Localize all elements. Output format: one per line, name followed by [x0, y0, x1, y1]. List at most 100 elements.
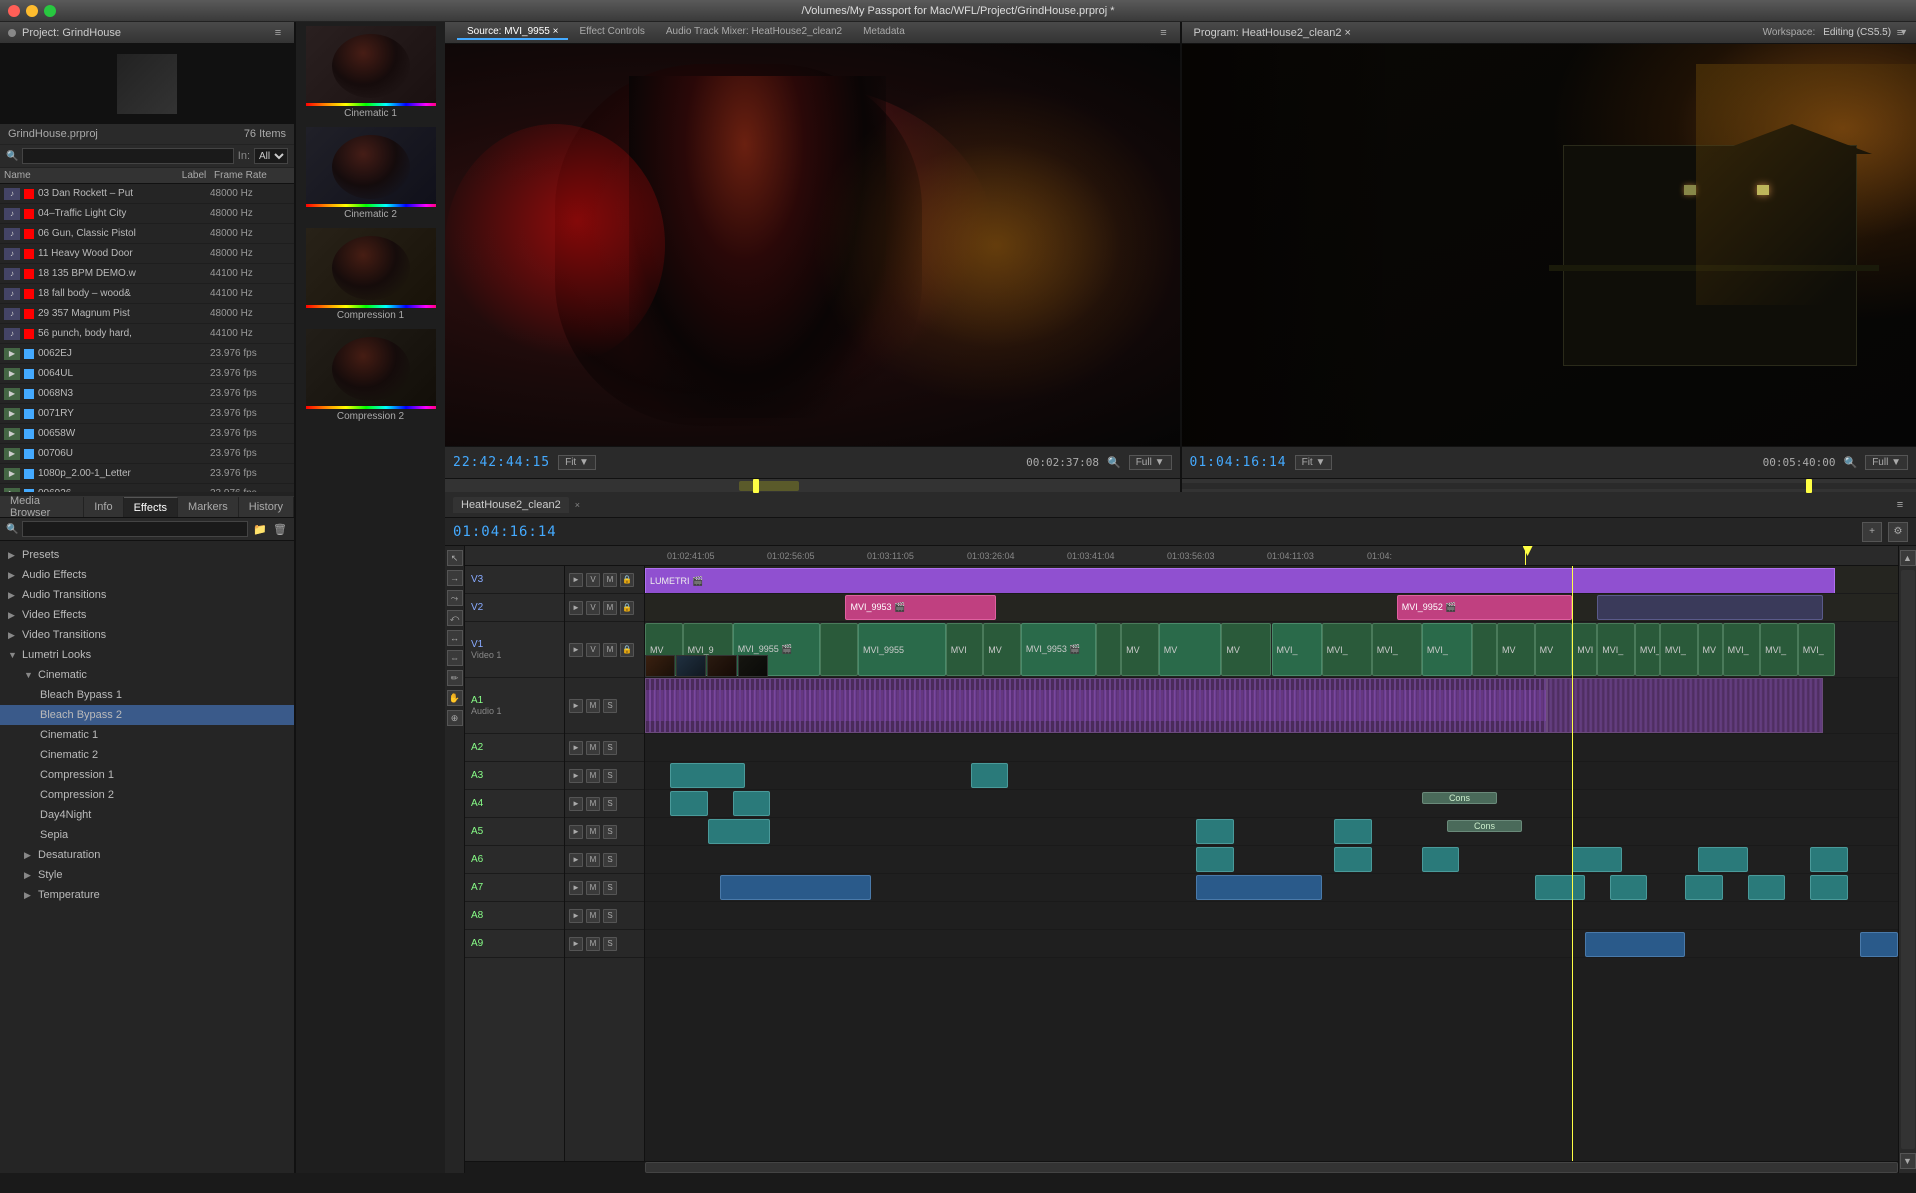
tree-gc-compression-1[interactable]: Compression 1: [0, 765, 294, 785]
tab-effect-controls[interactable]: Effect Controls: [569, 25, 654, 40]
tree-item-lumetri-looks[interactable]: ▼Lumetri Looks: [0, 645, 294, 665]
clip-small9[interactable]: MV: [1698, 623, 1723, 676]
track-a2-row[interactable]: [645, 734, 1898, 762]
timeline-panel-menu[interactable]: ≡: [1892, 497, 1908, 513]
list-item[interactable]: ▶0068N323.976 fps: [0, 384, 294, 404]
clip-small10[interactable]: MVI_: [1760, 623, 1798, 676]
clip-mvi9952-v2b[interactable]: MVI_9952 🎬: [1397, 595, 1572, 620]
clip-mv97[interactable]: MVI_: [1660, 623, 1698, 676]
clip-a9a[interactable]: [1585, 932, 1685, 957]
scroll-down[interactable]: ▼: [1900, 1153, 1916, 1169]
in-dropdown[interactable]: All: [254, 148, 288, 164]
timeline-scrollbar[interactable]: [465, 1161, 1898, 1173]
list-item[interactable]: ▶0062EJ23.976 fps: [0, 344, 294, 364]
clip-mvi9953-v2a[interactable]: MVI_9953 🎬: [845, 595, 995, 620]
v1-lock-btn[interactable]: 🔒: [620, 643, 634, 657]
a4-expand-btn[interactable]: ►: [569, 797, 583, 811]
v2-mute-btn[interactable]: M: [603, 601, 617, 615]
a5-s[interactable]: S: [603, 825, 617, 839]
audio-clip-a1[interactable]: [645, 678, 1547, 733]
clip-a7e[interactable]: [1685, 875, 1723, 900]
list-item[interactable]: ▶00706U23.976 fps: [0, 444, 294, 464]
clip-small6[interactable]: [1472, 623, 1497, 676]
zoom-tool[interactable]: ⊕: [447, 710, 463, 726]
clip-a6b[interactable]: [1334, 847, 1372, 872]
list-item[interactable]: ▶00692623.976 fps: [0, 484, 294, 492]
minimize-button[interactable]: [26, 5, 38, 17]
project-panel-close[interactable]: [8, 29, 16, 37]
tree-item-audio-effects[interactable]: ▶Audio Effects: [0, 565, 294, 585]
clip-a6c[interactable]: [1422, 847, 1460, 872]
v1-expand-btn[interactable]: ►: [569, 643, 583, 657]
program-fit-quality[interactable]: Full ▼: [1865, 455, 1908, 470]
tab-history[interactable]: History: [239, 497, 294, 517]
lumetri-bar[interactable]: LUMETRI 🎬: [645, 568, 1835, 594]
thumbnail-item-0[interactable]: Cinematic 1: [300, 26, 441, 119]
tab-source[interactable]: Source: MVI_9955 ×: [457, 25, 568, 40]
slip-tool[interactable]: ↔: [447, 630, 463, 646]
list-item[interactable]: ♪18 135 BPM DEMO.w44100 Hz: [0, 264, 294, 284]
project-panel-menu[interactable]: ≡: [270, 25, 286, 41]
tree-child-temperature[interactable]: ▶Temperature: [0, 885, 294, 905]
clip-mv98[interactable]: MVI_: [1723, 623, 1761, 676]
clip-a7b[interactable]: [1196, 875, 1321, 900]
a6-m[interactable]: M: [586, 853, 600, 867]
thumbnail-item-2[interactable]: Compression 1: [300, 228, 441, 321]
v2-toggle-btn[interactable]: V: [586, 601, 600, 615]
clip-a3a[interactable]: [670, 763, 745, 788]
track-a5-row[interactable]: Cons: [645, 818, 1898, 846]
tree-child-cinematic[interactable]: ▼Cinematic: [0, 665, 294, 685]
scroll-up[interactable]: ▲: [1900, 550, 1916, 566]
clip-a5a[interactable]: [708, 819, 771, 844]
sequence-settings-btn[interactable]: ⚙: [1888, 522, 1908, 542]
track-select-tool[interactable]: →: [447, 570, 463, 586]
selection-tool[interactable]: ↖: [447, 550, 463, 566]
list-item[interactable]: ♪04–Traffic Light City48000 Hz: [0, 204, 294, 224]
tree-item-presets[interactable]: ▶Presets: [0, 545, 294, 565]
new-folder-icon[interactable]: 📁: [252, 521, 268, 537]
close-button[interactable]: [8, 5, 20, 17]
timeline-tab-close[interactable]: ×: [575, 500, 580, 510]
list-item[interactable]: ♪03 Dan Rockett – Put48000 Hz: [0, 184, 294, 204]
a7-expand-btn[interactable]: ►: [569, 881, 583, 895]
program-scrubber[interactable]: [1182, 478, 1916, 492]
clip-mvi99-6[interactable]: MVI_: [1422, 623, 1472, 676]
audio-clip-a1b[interactable]: [1547, 678, 1823, 733]
workspace-dropdown-icon[interactable]: ▼: [1899, 27, 1908, 37]
clip-a3b[interactable]: [971, 763, 1009, 788]
clip-mvi95[interactable]: MV: [1497, 623, 1535, 676]
hand-tool[interactable]: ✋: [447, 690, 463, 706]
clip-small8[interactable]: MVI_: [1635, 623, 1660, 676]
a2-expand-btn[interactable]: ►: [569, 741, 583, 755]
source-panel-menu[interactable]: ≡: [1156, 25, 1172, 41]
tab-markers[interactable]: Markers: [178, 497, 239, 517]
clip-a4a[interactable]: [670, 791, 708, 816]
tree-gc-bleach-bypass-1[interactable]: Bleach Bypass 1: [0, 685, 294, 705]
source-scrubber[interactable]: [445, 478, 1180, 492]
a2-m[interactable]: M: [586, 741, 600, 755]
v3-mute-btn[interactable]: M: [603, 573, 617, 587]
source-fit-label[interactable]: Fit ▼: [558, 455, 596, 470]
a9-s[interactable]: S: [603, 937, 617, 951]
track-a4-row[interactable]: Cons: [645, 790, 1898, 818]
track-a9-row[interactable]: [645, 930, 1898, 958]
delete-icon[interactable]: 🗑: [272, 521, 288, 537]
v3-expand-btn[interactable]: ►: [569, 573, 583, 587]
a1-expand-btn[interactable]: ►: [569, 699, 583, 713]
tree-gc-sepia[interactable]: Sepia: [0, 825, 294, 845]
tab-metadata[interactable]: Metadata: [853, 25, 915, 40]
list-item[interactable]: ▶0064UL23.976 fps: [0, 364, 294, 384]
clip-white-v2[interactable]: [1597, 595, 1823, 620]
a7-s[interactable]: S: [603, 881, 617, 895]
thumbnail-item-3[interactable]: Compression 2: [300, 329, 441, 422]
v2-lock-btn[interactable]: 🔒: [620, 601, 634, 615]
pen-tool[interactable]: ✏: [447, 670, 463, 686]
tab-effects[interactable]: Effects: [124, 497, 178, 517]
list-item[interactable]: ▶00658W23.976 fps: [0, 424, 294, 444]
clip-mv95b[interactable]: MV: [1535, 623, 1573, 676]
program-fit-label[interactable]: Fit ▼: [1295, 455, 1333, 470]
track-v2-row[interactable]: MVI_9953 🎬 MVI_9952 🎬: [645, 594, 1898, 622]
clip-a5c[interactable]: [1334, 819, 1372, 844]
v3-lock-btn[interactable]: 🔒: [620, 573, 634, 587]
clip-a7a[interactable]: [720, 875, 870, 900]
